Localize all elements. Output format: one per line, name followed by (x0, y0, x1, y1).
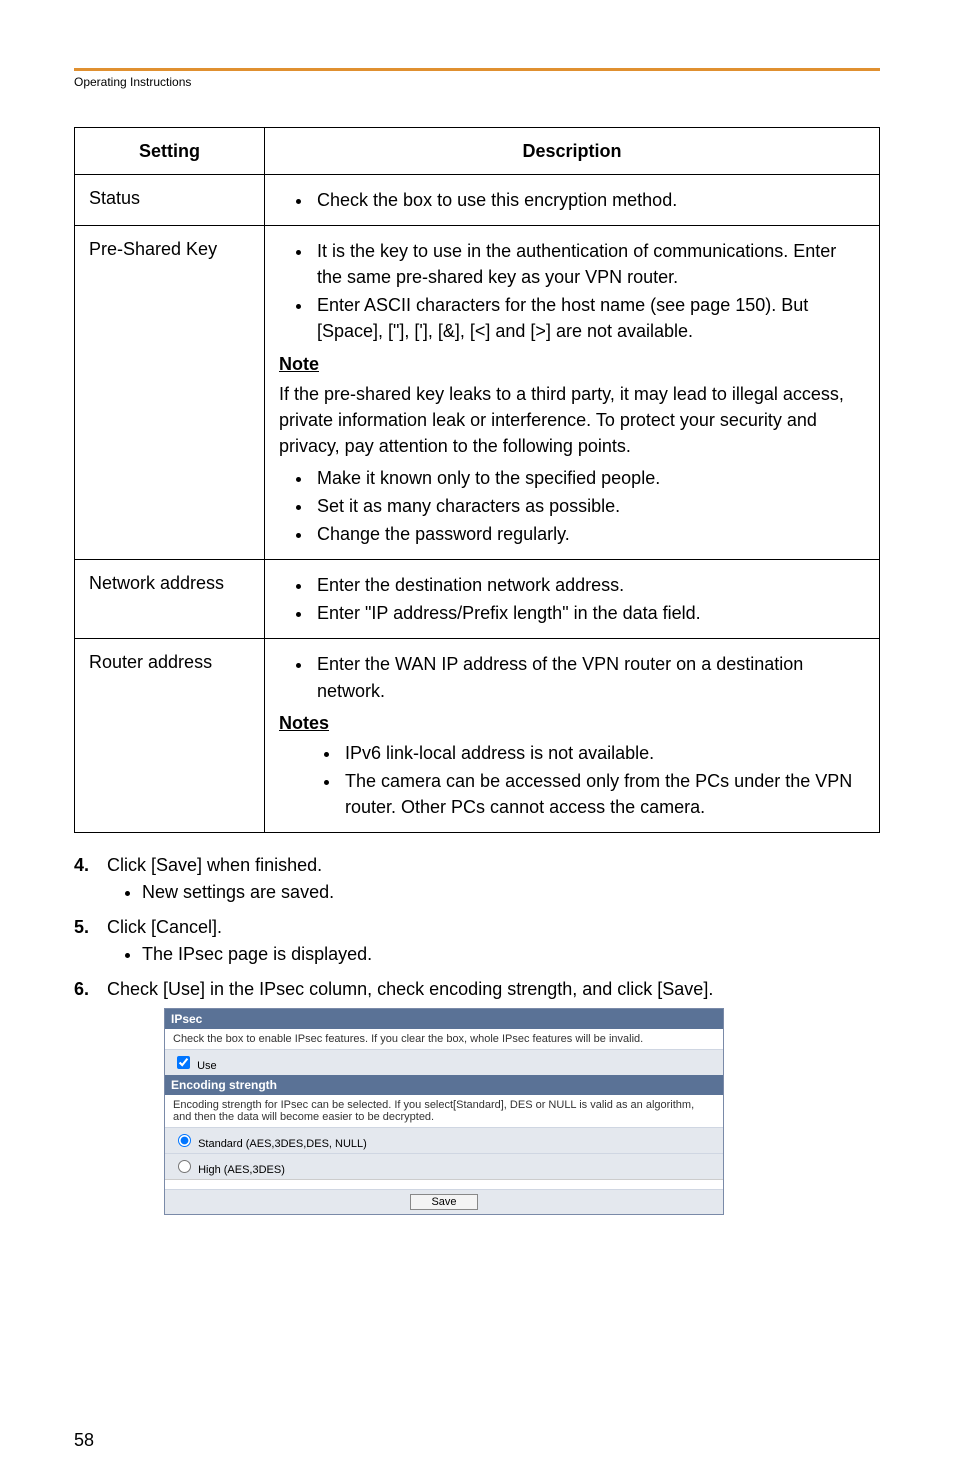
step-number: 5. (74, 917, 102, 938)
list-item: Enter ASCII characters for the host name… (313, 292, 865, 344)
list-item: The camera can be accessed only from the… (341, 768, 865, 820)
description-cell: Enter the destination network address. E… (265, 560, 880, 639)
button-row: Save (165, 1189, 723, 1214)
page-number: 58 (74, 1430, 94, 1451)
step-number: 6. (74, 979, 102, 1000)
encoding-note: Encoding strength for IPsec can be selec… (165, 1095, 723, 1127)
notes-heading: Notes (279, 710, 865, 736)
setting-cell: Status (75, 175, 265, 226)
setting-cell: Router address (75, 639, 265, 833)
list-item: New settings are saved. (142, 882, 880, 903)
header-rule (74, 68, 880, 71)
high-row: High (AES,3DES) (165, 1153, 723, 1179)
high-label: High (AES,3DES) (198, 1164, 285, 1176)
use-row: Use (165, 1049, 723, 1075)
note-paragraph: If the pre-shared key leaks to a third p… (279, 381, 865, 459)
setting-cell: Network address (75, 560, 265, 639)
ipsec-screenshot: IPsec Check the box to enable IPsec feat… (164, 1008, 724, 1215)
step-text: Click [Cancel]. (107, 917, 222, 937)
setting-cell: Pre-Shared Key (75, 226, 265, 560)
description-cell: It is the key to use in the authenticati… (265, 226, 880, 560)
high-radio[interactable] (178, 1160, 191, 1173)
divider (165, 1179, 723, 1189)
list-item: The IPsec page is displayed. (142, 944, 880, 965)
step-number: 4. (74, 855, 102, 876)
save-button[interactable]: Save (410, 1194, 477, 1210)
table-row: Network address Enter the destination ne… (75, 560, 880, 639)
step-item: 5. Click [Cancel]. The IPsec page is dis… (74, 917, 880, 965)
list-item: Make it known only to the specified peop… (313, 465, 865, 491)
standard-label: Standard (AES,3DES,DES, NULL) (198, 1138, 367, 1150)
settings-table: Setting Description Status Check the box… (74, 127, 880, 833)
note-heading: Note (279, 351, 865, 377)
ipsec-note: Check the box to enable IPsec features. … (165, 1029, 723, 1049)
list-item: Enter the destination network address. (313, 572, 865, 598)
use-label: Use (197, 1060, 217, 1072)
list-item: Set it as many characters as possible. (313, 493, 865, 519)
step-item: 6. Check [Use] in the IPsec column, chec… (74, 979, 880, 1215)
list-item: It is the key to use in the authenticati… (313, 238, 865, 290)
standard-radio[interactable] (178, 1134, 191, 1147)
step-item: 4. Click [Save] when finished. New setti… (74, 855, 880, 903)
list-item: Change the password regularly. (313, 521, 865, 547)
use-checkbox[interactable] (177, 1056, 190, 1069)
table-row: Router address Enter the WAN IP address … (75, 639, 880, 833)
step-text: Click [Save] when finished. (107, 855, 322, 875)
steps-list: 4. Click [Save] when finished. New setti… (74, 855, 880, 1215)
standard-row: Standard (AES,3DES,DES, NULL) (165, 1127, 723, 1153)
col-setting-header: Setting (75, 128, 265, 175)
list-item: Enter "IP address/Prefix length" in the … (313, 600, 865, 626)
list-item: Check the box to use this encryption met… (313, 187, 865, 213)
description-cell: Check the box to use this encryption met… (265, 175, 880, 226)
list-item: IPv6 link-local address is not available… (341, 740, 865, 766)
header-label: Operating Instructions (74, 75, 880, 89)
ipsec-section-bar: IPsec (165, 1009, 723, 1029)
step-text: Check [Use] in the IPsec column, check e… (107, 979, 713, 999)
list-item: Enter the WAN IP address of the VPN rout… (313, 651, 865, 703)
description-cell: Enter the WAN IP address of the VPN rout… (265, 639, 880, 833)
table-row: Pre-Shared Key It is the key to use in t… (75, 226, 880, 560)
table-row: Status Check the box to use this encrypt… (75, 175, 880, 226)
encoding-section-bar: Encoding strength (165, 1075, 723, 1095)
col-description-header: Description (265, 128, 880, 175)
